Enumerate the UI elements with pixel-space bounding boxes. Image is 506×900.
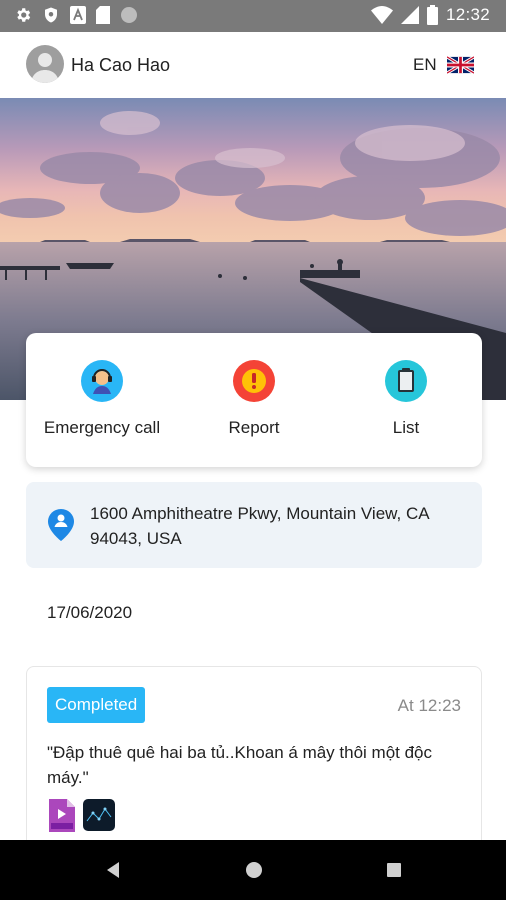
report-button[interactable]: Report xyxy=(178,360,330,450)
location-card[interactable]: 1600 Amphitheatre Pkwy, Mountain View, C… xyxy=(26,482,482,568)
app-header: Ha Cao Hao EN xyxy=(0,32,506,98)
list-label: List xyxy=(392,418,420,437)
address-text: 1600 Amphitheatre Pkwy, Mountain View, C… xyxy=(90,504,429,548)
status-badge: Completed xyxy=(47,687,146,723)
report-card[interactable]: Completed At 12:23 "Đập thuê quê hai ba … xyxy=(26,666,482,856)
circle-icon xyxy=(121,7,137,23)
emergency-call-label: Emergency call xyxy=(43,418,161,437)
recents-icon[interactable] xyxy=(384,860,404,880)
image-thumbnail[interactable] xyxy=(83,799,115,831)
shield-icon xyxy=(45,7,57,23)
alert-icon xyxy=(233,360,275,402)
wifi-icon xyxy=(370,6,393,24)
uk-flag-icon[interactable] xyxy=(447,56,474,74)
avatar[interactable] xyxy=(26,45,64,83)
sd-card-icon xyxy=(96,6,110,24)
report-label: Report xyxy=(228,418,280,437)
operator-headset-icon xyxy=(81,360,123,402)
back-icon[interactable] xyxy=(103,860,123,880)
clipboard-icon xyxy=(385,360,427,402)
user-silhouette-icon xyxy=(31,53,59,83)
home-icon[interactable] xyxy=(244,860,264,880)
emergency-call-button[interactable]: Emergency call xyxy=(26,360,178,450)
status-bar: 12:32 xyxy=(0,0,506,32)
signal-icon xyxy=(400,6,419,24)
list-button[interactable]: List xyxy=(330,360,482,450)
status-bar-left xyxy=(14,6,138,24)
quick-actions-card: Emergency call Report List xyxy=(26,333,482,467)
location-pin-icon xyxy=(48,509,74,541)
user-name[interactable]: Ha Cao Hao xyxy=(71,55,170,76)
status-time: 12:32 xyxy=(445,5,490,24)
settings-icon xyxy=(17,8,31,22)
report-time: At 12:23 xyxy=(397,696,461,715)
mp4-file-icon[interactable] xyxy=(47,799,77,832)
battery-icon xyxy=(426,5,438,25)
a-icon xyxy=(70,6,86,24)
date-heading: 17/06/2020 xyxy=(47,603,133,622)
status-bar-right: 12:32 xyxy=(370,5,490,25)
language-code[interactable]: EN xyxy=(413,55,437,75)
report-description: "Đập thuê quê hai ba tủ..Khoan á mây thô… xyxy=(47,743,433,787)
system-navigation-bar xyxy=(0,840,506,900)
